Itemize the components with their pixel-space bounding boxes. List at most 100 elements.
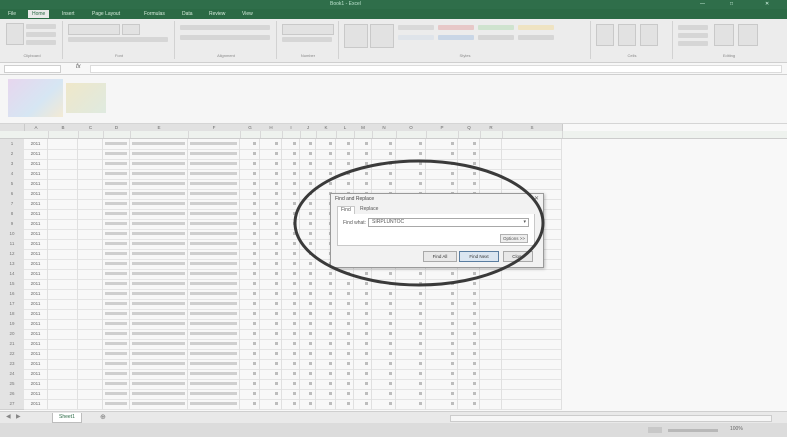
style-neutral[interactable] (518, 25, 554, 30)
unreadable-text (190, 182, 237, 185)
unreadable-text (190, 362, 237, 365)
unreadable-value (253, 282, 256, 285)
header-cell[interactable] (78, 131, 104, 138)
unreadable-value (419, 292, 422, 295)
close-button[interactable]: ✕ (765, 1, 769, 7)
style-explanatory[interactable] (478, 35, 514, 40)
tab-review[interactable]: Review (205, 10, 229, 18)
header-cell[interactable] (103, 131, 131, 138)
table-cell[interactable] (336, 399, 354, 410)
conditional-formatting-button[interactable] (344, 24, 368, 48)
table-cell[interactable] (300, 399, 316, 410)
header-cell[interactable] (130, 131, 189, 138)
table-cell[interactable] (260, 399, 282, 410)
tab-data[interactable]: Data (178, 10, 197, 18)
unreadable-value (275, 272, 278, 275)
header-cell[interactable] (336, 131, 355, 138)
fill-button[interactable] (678, 33, 708, 38)
font-format-buttons[interactable] (68, 37, 168, 42)
copy-button[interactable] (26, 32, 56, 37)
header-cell[interactable] (48, 131, 79, 138)
table-cell[interactable] (240, 399, 260, 410)
table-cell[interactable] (48, 399, 78, 410)
alignment-buttons-top[interactable] (180, 25, 270, 30)
add-sheet-icon[interactable]: ⊕ (100, 413, 106, 421)
fx-icon[interactable]: fx (76, 64, 81, 70)
next-sheet-arrow-icon[interactable]: ▶ (16, 413, 21, 420)
header-cell[interactable] (372, 131, 397, 138)
style-input[interactable] (518, 35, 554, 40)
unreadable-text (190, 392, 237, 395)
table-cell[interactable] (78, 399, 103, 410)
header-cell[interactable] (240, 131, 261, 138)
format-painter-button[interactable] (26, 40, 56, 45)
style-calculation[interactable] (398, 35, 434, 40)
prev-sheet-arrow-icon[interactable]: ◀ (6, 413, 11, 420)
format-as-table-button[interactable] (370, 24, 394, 48)
header-cell[interactable] (354, 131, 373, 138)
style-bad[interactable] (438, 25, 474, 30)
header-cell[interactable] (316, 131, 337, 138)
header-cell[interactable] (282, 131, 301, 138)
name-box[interactable] (4, 65, 61, 73)
normal-view-icon[interactable] (648, 427, 662, 433)
header-cell[interactable] (396, 131, 427, 138)
table-cell[interactable] (480, 399, 502, 410)
sort-filter-button[interactable] (714, 24, 734, 46)
table-cell[interactable] (316, 399, 336, 410)
table-cell[interactable] (372, 399, 396, 410)
header-cell[interactable] (188, 131, 241, 138)
header-cell[interactable] (260, 131, 283, 138)
clear-button[interactable] (678, 41, 708, 46)
table-cell[interactable] (396, 399, 426, 410)
unreadable-text (132, 362, 185, 365)
zoom-level[interactable]: 100% (730, 426, 743, 432)
row-header[interactable]: 27 (0, 399, 24, 410)
header-cell[interactable] (300, 131, 317, 138)
table-cell[interactable] (502, 399, 562, 410)
header-cell[interactable] (24, 131, 49, 138)
header-cell[interactable] (480, 131, 503, 138)
tab-insert[interactable]: Insert (58, 10, 79, 18)
horizontal-scrollbar[interactable] (450, 415, 772, 422)
tab-view[interactable]: View (238, 10, 257, 18)
tab-formulas[interactable]: Formulas (140, 10, 169, 18)
style-good[interactable] (478, 25, 514, 30)
table-cell[interactable]: 2011 (24, 399, 48, 410)
alignment-buttons-bottom[interactable] (180, 35, 270, 40)
find-select-button[interactable] (738, 24, 758, 46)
number-buttons[interactable] (282, 37, 332, 42)
table-cell[interactable] (188, 399, 240, 410)
unreadable-value (389, 312, 392, 315)
table-cell[interactable] (354, 399, 372, 410)
minimize-button[interactable]: — (700, 1, 705, 7)
font-size-select[interactable] (122, 24, 140, 35)
table-cell[interactable] (282, 399, 300, 410)
unreadable-value (275, 382, 278, 385)
cut-button[interactable] (26, 24, 56, 29)
table-cell[interactable] (426, 399, 458, 410)
format-cells-button[interactable] (640, 24, 658, 46)
maximize-button[interactable]: □ (730, 1, 733, 7)
group-number: Number (278, 21, 339, 59)
delete-cells-button[interactable] (618, 24, 636, 46)
header-cell[interactable] (426, 131, 459, 138)
tab-page-layout[interactable]: Page Layout (88, 10, 124, 18)
insert-cells-button[interactable] (596, 24, 614, 46)
header-cell[interactable] (502, 131, 563, 138)
number-format-select[interactable] (282, 24, 334, 35)
autosum-button[interactable] (678, 25, 708, 30)
paste-button[interactable] (6, 23, 24, 45)
table-cell[interactable] (130, 399, 188, 410)
tab-home[interactable]: Home (28, 10, 50, 18)
formula-input[interactable] (90, 65, 782, 73)
tab-file[interactable]: File (4, 10, 20, 18)
style-normal[interactable] (398, 25, 434, 30)
font-name-select[interactable] (68, 24, 120, 35)
zoom-slider[interactable] (668, 429, 718, 432)
style-check-cell[interactable] (438, 35, 474, 40)
table-cell[interactable] (458, 399, 480, 410)
table-cell[interactable] (103, 399, 130, 410)
sheet-tab[interactable]: Sheet1 (52, 413, 82, 423)
header-cell[interactable] (458, 131, 481, 138)
